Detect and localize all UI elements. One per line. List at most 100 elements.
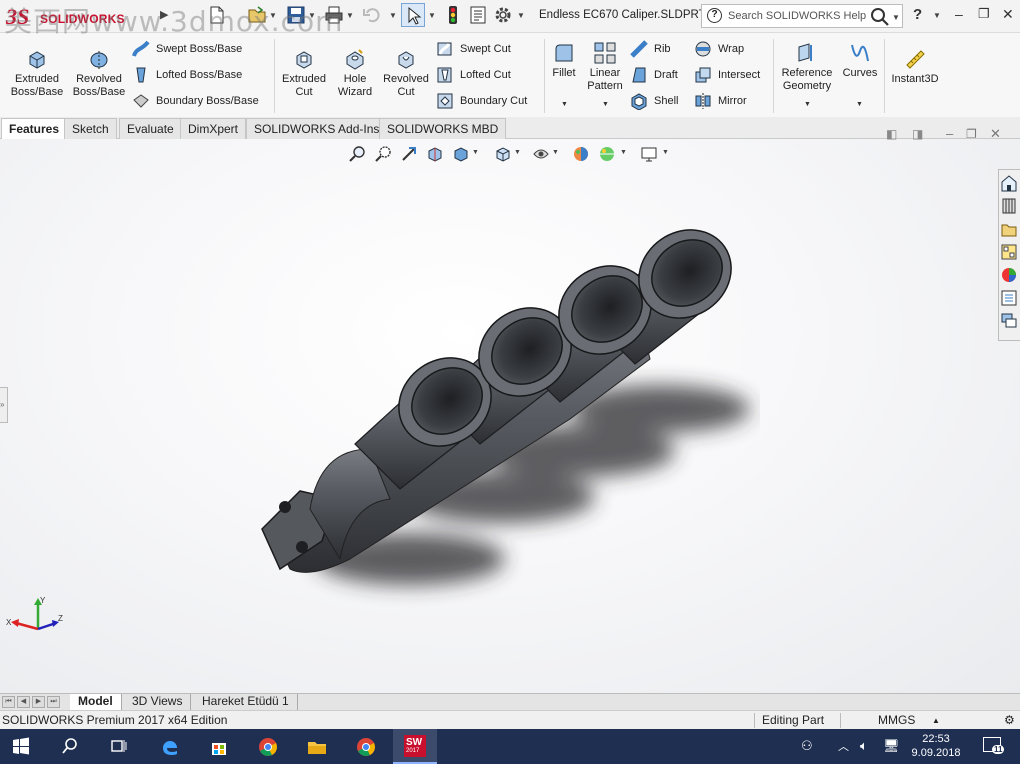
search-icon[interactable] [870, 7, 890, 30]
units-selector[interactable]: MMGS [878, 713, 915, 727]
mirror-button[interactable]: Mirror [694, 91, 747, 111]
print-dropdown-icon[interactable]: ▼ [346, 11, 354, 20]
help-icon[interactable]: ? [913, 6, 922, 23]
extruded-cut-button[interactable]: Extruded Cut [278, 47, 330, 99]
network-icon[interactable]: 🖥︎ [883, 738, 900, 754]
view-dropdown-icon[interactable]: ▼ [472, 149, 479, 156]
last-tab-icon[interactable]: ⏭ [47, 696, 60, 708]
select-dropdown-icon[interactable]: ▼ [428, 11, 436, 20]
boundary-cut-button[interactable]: Boundary Cut [436, 91, 527, 111]
appearances-icon[interactable] [1000, 265, 1018, 285]
minimize-button[interactable]: – [955, 6, 963, 22]
boundary-boss-button[interactable]: Boundary Boss/Base [132, 91, 259, 111]
solidworks-logo[interactable]: 3S SOLIDWORKS [6, 4, 154, 30]
extruded-boss-button[interactable]: Extruded Boss/Base [8, 47, 66, 99]
view-settings-icon[interactable] [640, 145, 658, 163]
new-document-icon[interactable] [207, 5, 227, 25]
orientation-dropdown-icon[interactable]: ▼ [514, 149, 521, 156]
pattern-dropdown-icon[interactable]: ▼ [602, 101, 609, 108]
people-icon[interactable]: ⚇ [801, 738, 813, 754]
first-tab-icon[interactable]: ⏮ [2, 696, 15, 708]
options-dropdown-icon[interactable]: ▼ [517, 11, 525, 20]
tab-3d-views[interactable]: 3D Views [124, 694, 192, 710]
display-style-icon[interactable] [532, 145, 550, 163]
menu-expand-icon[interactable]: ▶ [160, 8, 168, 21]
save-icon[interactable] [286, 5, 306, 25]
open-dropdown-icon[interactable]: ▼ [269, 11, 277, 20]
shell-button[interactable]: Shell [630, 91, 678, 111]
chrome-taskbar-button-2[interactable] [344, 729, 388, 764]
solidworks-resources-icon[interactable] [1000, 173, 1018, 193]
settings-dropdown-icon[interactable]: ▼ [662, 149, 669, 156]
restore-button[interactable]: ❐ [978, 6, 990, 22]
curves-button[interactable]: Curves [840, 41, 880, 80]
revolved-cut-button[interactable]: Revolved Cut [380, 47, 432, 99]
forum-icon[interactable] [1000, 311, 1018, 331]
intersect-button[interactable]: Intersect [694, 65, 760, 85]
tab-features[interactable]: Features [1, 118, 68, 139]
file-explorer-taskbar-button[interactable] [295, 729, 339, 764]
file-explorer-icon[interactable] [1000, 219, 1018, 239]
graphics-area[interactable]: ◧ ◨ – ❐ ✕ ▼ ▼ ▼ ▼ ▼ » Y X Z [0, 126, 1020, 693]
fillet-dropdown-icon[interactable]: ▼ [561, 101, 568, 108]
search-taskbar-button[interactable] [49, 729, 93, 764]
viewport-minimize-icon[interactable]: – [946, 126, 953, 141]
reference-geometry-dropdown-icon[interactable]: ▼ [804, 101, 811, 108]
revolved-boss-button[interactable]: Revolved Boss/Base [70, 47, 128, 99]
custom-properties-icon[interactable] [1000, 288, 1018, 308]
previous-view-icon[interactable]: ◧ [886, 127, 897, 141]
select-icon[interactable] [401, 3, 425, 27]
prev-tab-icon[interactable]: ◀ [17, 696, 30, 708]
design-library-icon[interactable] [1000, 196, 1018, 216]
undo-dropdown-icon[interactable]: ▼ [389, 11, 397, 20]
lofted-boss-button[interactable]: Lofted Boss/Base [132, 65, 242, 85]
intake-manifold-model[interactable] [240, 229, 760, 629]
section-view-icon[interactable] [426, 145, 444, 163]
curves-dropdown-icon[interactable]: ▼ [856, 101, 863, 108]
tab-sketch[interactable]: Sketch [64, 118, 117, 139]
chrome-taskbar-button[interactable] [246, 729, 290, 764]
hole-wizard-button[interactable]: Hole Wizard [332, 47, 378, 99]
next-tab-icon[interactable]: ▶ [32, 696, 45, 708]
reference-geometry-button[interactable]: Reference Geometry [778, 41, 836, 93]
swept-cut-button[interactable]: Swept Cut [436, 39, 511, 59]
tab-motion-study[interactable]: Hareket Etüdü 1 [194, 694, 298, 710]
action-center-icon[interactable]: 11 [983, 737, 1005, 754]
zoom-to-fit-icon[interactable] [348, 145, 366, 163]
tab-addins[interactable]: SOLIDWORKS Add-Ins [246, 118, 388, 139]
viewport-restore-icon[interactable]: ❐ [966, 127, 977, 141]
view-orientation-icon[interactable] [494, 145, 512, 163]
tab-evaluate[interactable]: Evaluate [119, 118, 182, 139]
print-icon[interactable] [324, 5, 344, 25]
rebuild-icon[interactable] [443, 5, 463, 25]
tab-mbd[interactable]: SOLIDWORKS MBD [379, 118, 507, 139]
dynamic-annotation-icon[interactable] [452, 145, 470, 163]
display-dropdown-icon[interactable]: ▼ [552, 149, 559, 156]
help-dropdown-icon[interactable]: ▼ [933, 11, 941, 20]
show-hidden-icons-icon[interactable]: ︿ [838, 738, 849, 754]
lofted-cut-button[interactable]: Lofted Cut [436, 65, 511, 85]
feature-manager-expand-handle[interactable]: » [0, 387, 8, 423]
file-properties-icon[interactable] [468, 5, 488, 25]
units-dropdown-icon[interactable]: ▲ [932, 716, 940, 725]
fillet-button[interactable]: Fillet [548, 41, 580, 80]
apply-scene-icon[interactable] [598, 145, 616, 163]
swept-boss-button[interactable]: Swept Boss/Base [132, 39, 242, 59]
tab-dimxpert[interactable]: DimXpert [180, 118, 247, 139]
next-view-icon[interactable]: ◨ [912, 127, 923, 141]
start-button[interactable] [0, 729, 44, 764]
options-gear-icon[interactable] [493, 5, 513, 25]
customize-status-icon[interactable]: ⚙ [1004, 713, 1015, 727]
rib-button[interactable]: Rib [630, 39, 671, 59]
draft-button[interactable]: Draft [630, 65, 678, 85]
scene-dropdown-icon[interactable]: ▼ [620, 149, 627, 156]
linear-pattern-button[interactable]: Linear Pattern [584, 41, 626, 93]
volume-icon[interactable]: 🔈︎ [860, 738, 868, 754]
zoom-to-area-icon[interactable] [374, 145, 392, 163]
save-dropdown-icon[interactable]: ▼ [308, 11, 316, 20]
solidworks-taskbar-button[interactable]: SW 2017 [393, 729, 437, 764]
wrap-button[interactable]: Wrap [694, 39, 744, 59]
undo-icon[interactable] [362, 5, 382, 25]
previous-view-icon[interactable] [400, 145, 418, 163]
taskbar-clock[interactable]: 22:53 9.09.2018 [907, 732, 965, 760]
